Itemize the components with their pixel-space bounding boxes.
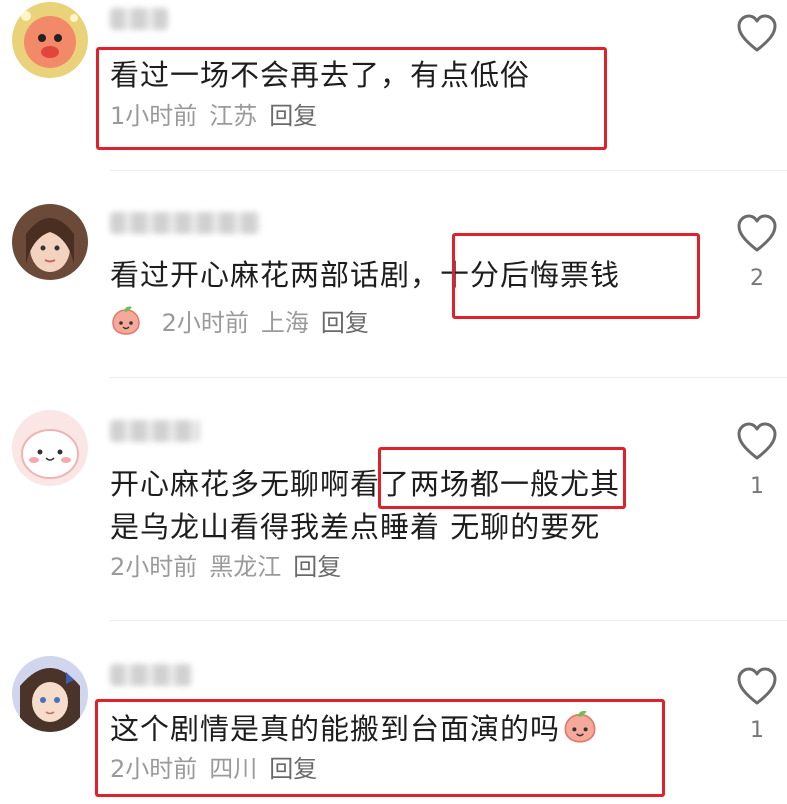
comment-text-part2: 看了两场都一般 <box>350 467 561 501</box>
username-obscured <box>110 212 260 234</box>
heart-outline-icon[interactable] <box>736 422 778 462</box>
comment-text-part3: 尤其 <box>560 467 621 501</box>
comment-text-line1: 开心麻花多无聊啊看了两场都一般尤其 <box>110 463 620 505</box>
username-obscured <box>110 664 192 686</box>
comment-location: 江苏 <box>209 102 258 130</box>
comment-text-part2: 十分后悔票钱 <box>440 258 621 292</box>
comment-meta: 1小时前 江苏 回复 <box>110 101 329 131</box>
heart-outline-icon[interactable] <box>736 214 778 254</box>
comment-text: 看过开心麻花两部话剧，十分后悔票钱 <box>110 254 620 296</box>
avatar[interactable] <box>12 204 88 280</box>
peach-emoji-icon <box>562 709 598 754</box>
comment-time: 2小时前 <box>110 755 198 783</box>
comment-meta: 2小时前 四川 回复 <box>110 754 329 784</box>
comment-location: 黑龙江 <box>209 553 282 581</box>
comment-location: 四川 <box>209 755 258 783</box>
username-obscured <box>110 420 200 442</box>
peach-emoji-icon <box>110 305 142 342</box>
comment-text-part1: 看过开心麻花两部话剧， <box>110 258 441 292</box>
divider <box>110 620 787 621</box>
comment-text-part1: 开心麻花多无聊啊 <box>110 467 351 501</box>
comment-location: 上海 <box>260 308 309 337</box>
divider <box>110 170 787 171</box>
avatar[interactable] <box>12 2 88 78</box>
comment-time: 2小时前 <box>161 308 249 337</box>
reply-button[interactable]: 回复 <box>269 755 317 783</box>
heart-outline-icon[interactable] <box>736 667 778 707</box>
heart-outline-icon[interactable] <box>736 14 778 54</box>
comment-time: 1小时前 <box>110 102 198 130</box>
comment-meta: 2小时前 上海 回复 <box>110 305 381 342</box>
divider <box>110 377 787 378</box>
like-count: 1 <box>750 718 764 743</box>
comment-text: 看过一场不会再去了，有点低俗 <box>110 58 531 92</box>
comment-text-line2: 是乌龙山看得我差点睡着 无聊的要死 <box>110 510 601 544</box>
comment-text-content: 这个剧情是真的能搬到台面演的吗 <box>110 712 561 746</box>
comment-meta: 2小时前 黑龙江 回复 <box>110 552 353 582</box>
username-obscured <box>110 8 168 30</box>
avatar[interactable] <box>12 656 88 732</box>
like-count: 2 <box>750 266 764 291</box>
reply-button[interactable]: 回复 <box>293 553 341 581</box>
comment-time: 2小时前 <box>110 553 198 581</box>
avatar[interactable] <box>12 410 88 486</box>
reply-button[interactable]: 回复 <box>321 309 369 337</box>
like-count: 1 <box>750 474 764 499</box>
reply-button[interactable]: 回复 <box>269 102 317 130</box>
comment-text: 这个剧情是真的能搬到台面演的吗 <box>110 708 598 754</box>
